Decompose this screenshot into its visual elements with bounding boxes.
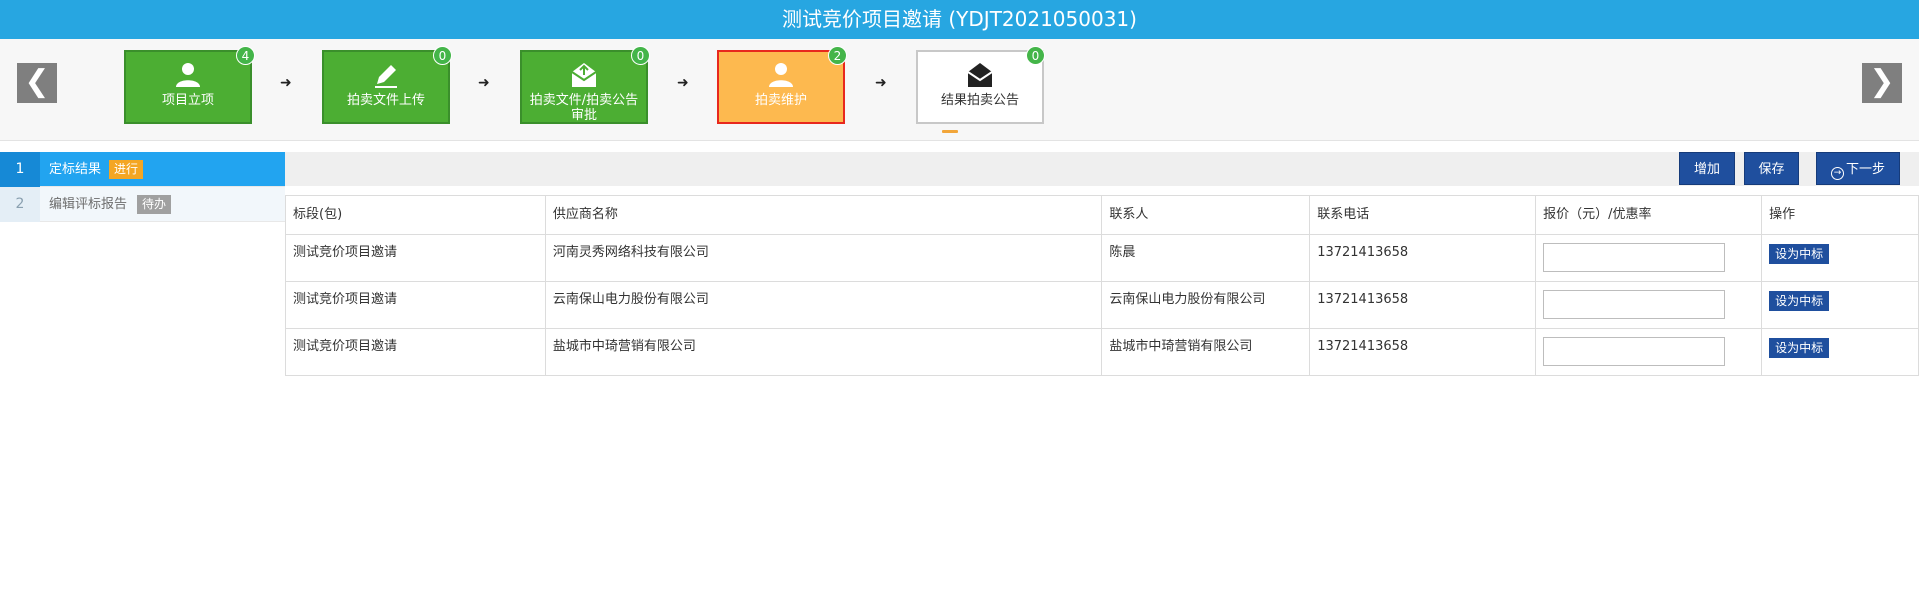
step-label: 拍卖维护 xyxy=(754,93,807,108)
set-winner-button[interactable]: 设为中标 xyxy=(1769,244,1830,264)
cell-supplier: 河南灵秀网络科技有限公司 xyxy=(544,234,1103,282)
table-row: 测试竞价项目邀请 云南保山电力股份有限公司 云南保山电力股份有限公司 13721… xyxy=(285,281,1919,329)
next-step-button[interactable]: → 下一步 xyxy=(1816,152,1900,185)
add-button[interactable]: 增加 xyxy=(1679,152,1735,185)
next-step-label: 下一步 xyxy=(1845,162,1885,177)
status-badge: 进行 xyxy=(109,160,144,179)
arrow-right-circle-icon: → xyxy=(1830,167,1844,180)
step-count-badge: 0 xyxy=(631,46,650,65)
table-row: 测试竞价项目邀请 河南灵秀网络科技有限公司 陈晨 13721413658 设为中… xyxy=(285,234,1919,282)
toolbar: 增加 保存 → 下一步 xyxy=(285,152,1919,186)
cell-quote xyxy=(1535,281,1763,329)
cell-contact: 云南保山电力股份有限公司 xyxy=(1101,281,1311,329)
cell-contact: 陈晨 xyxy=(1101,234,1311,282)
step-arrow-icon: ➜ xyxy=(280,75,292,91)
cell-supplier: 云南保山电力股份有限公司 xyxy=(544,281,1103,329)
cell-contact: 盐城市中琦营销有限公司 xyxy=(1101,328,1311,376)
status-badge: 待办 xyxy=(137,195,172,214)
sidebar-item-label: 定标结果 xyxy=(49,162,102,177)
step-auction-announcement-approval[interactable]: 拍卖文件/拍卖公告审批 xyxy=(520,50,648,124)
cell-action: 设为中标 xyxy=(1761,281,1919,329)
mail-upload-icon xyxy=(571,63,597,87)
page-title: 测试竞价项目邀请 (YDJT2021050031) xyxy=(0,0,1919,39)
step-project-setup[interactable]: 项目立项 xyxy=(124,50,252,124)
pencil-icon xyxy=(375,65,397,88)
step-arrow-icon: ➜ xyxy=(478,75,490,91)
cell-action: 设为中标 xyxy=(1761,234,1919,282)
envelope-icon xyxy=(967,63,993,87)
sidebar-item-number: 2 xyxy=(0,187,40,222)
sidebar-item-bid-result[interactable]: 1 定标结果 进行 xyxy=(0,152,285,187)
save-button[interactable]: 保存 xyxy=(1744,152,1799,185)
step-count-badge: 0 xyxy=(433,46,452,65)
set-winner-button[interactable]: 设为中标 xyxy=(1769,291,1830,311)
table-header-row: 标段(包) 供应商名称 联系人 联系电话 报价（元）/优惠率 操作 xyxy=(285,195,1919,235)
sidebar-item-number: 1 xyxy=(0,152,40,187)
step-count-badge: 4 xyxy=(236,46,255,65)
sidebar-item-label: 编辑评标报告 xyxy=(49,197,128,212)
column-header-quote: 报价（元）/优惠率 xyxy=(1535,195,1763,235)
cell-section: 测试竞价项目邀请 xyxy=(285,281,546,329)
user-icon xyxy=(176,63,200,87)
step-arrow-icon: ➜ xyxy=(875,75,887,91)
step-label: 拍卖文件上传 xyxy=(346,93,425,108)
set-winner-button[interactable]: 设为中标 xyxy=(1769,338,1830,358)
table-row: 测试竞价项目邀请 盐城市中琦营销有限公司 盐城市中琦营销有限公司 1372141… xyxy=(285,328,1919,376)
step-auction-file-upload[interactable]: 拍卖文件上传 xyxy=(322,50,450,124)
quote-input[interactable] xyxy=(1543,290,1726,319)
next-arrow-button[interactable]: ❯ xyxy=(1862,63,1902,103)
column-header-supplier: 供应商名称 xyxy=(544,195,1103,235)
step-label: 项目立项 xyxy=(161,93,214,108)
sidebar: 1 定标结果 进行 2 编辑评标报告 待办 xyxy=(0,152,285,222)
step-count-badge: 2 xyxy=(828,46,847,65)
cell-phone: 13721413658 xyxy=(1309,281,1537,329)
workflow-steps-bar: ❮ 项目立项 4 ➜ 拍卖文件上传 0 ➜ 拍卖文件/拍卖公告审批 0 ➜ 拍卖… xyxy=(0,39,1919,141)
column-header-contact: 联系人 xyxy=(1101,195,1311,235)
prev-arrow-button[interactable]: ❮ xyxy=(17,63,57,103)
cell-action: 设为中标 xyxy=(1761,328,1919,376)
cell-phone: 13721413658 xyxy=(1309,234,1537,282)
step-auction-maintenance[interactable]: 拍卖维护 xyxy=(717,50,845,124)
cell-quote xyxy=(1535,328,1763,376)
step-label: 结果拍卖公告 xyxy=(940,93,1019,108)
cell-phone: 13721413658 xyxy=(1309,328,1537,376)
step-label: 拍卖文件/拍卖公告审批 xyxy=(529,93,639,123)
cell-quote xyxy=(1535,234,1763,282)
column-header-section: 标段(包) xyxy=(285,195,546,235)
supplier-table: 标段(包) 供应商名称 联系人 联系电话 报价（元）/优惠率 操作 测试竞价项目… xyxy=(285,195,1919,376)
cell-section: 测试竞价项目邀请 xyxy=(285,328,546,376)
step-arrow-icon: ➜ xyxy=(677,75,689,91)
sidebar-item-evaluation-report[interactable]: 2 编辑评标报告 待办 xyxy=(0,187,285,222)
quote-input[interactable] xyxy=(1543,243,1726,272)
step-count-badge: 0 xyxy=(1026,46,1045,65)
user-icon xyxy=(769,63,793,87)
cell-section: 测试竞价项目邀请 xyxy=(285,234,546,282)
column-header-phone: 联系电话 xyxy=(1309,195,1537,235)
current-step-indicator xyxy=(942,130,958,133)
column-header-action: 操作 xyxy=(1761,195,1919,235)
step-result-announcement[interactable]: 结果拍卖公告 xyxy=(916,50,1044,124)
cell-supplier: 盐城市中琦营销有限公司 xyxy=(544,328,1103,376)
quote-input[interactable] xyxy=(1543,337,1726,366)
